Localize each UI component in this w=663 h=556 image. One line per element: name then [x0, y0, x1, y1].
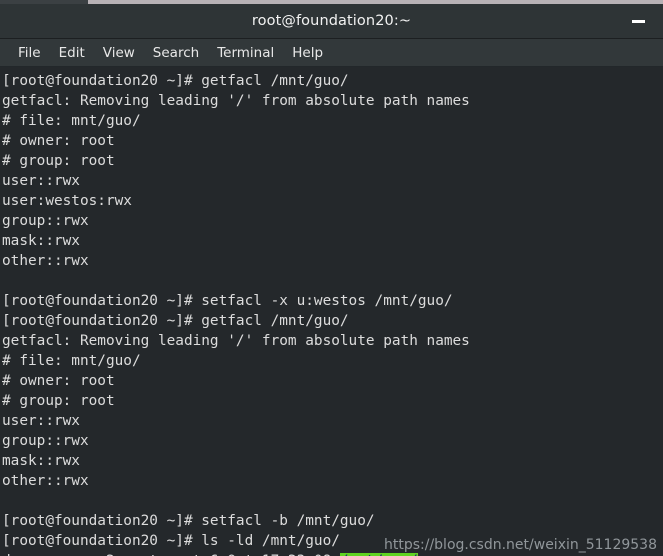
terminal-line: getfacl: Removing leading '/' from absol… [2, 331, 663, 351]
minimize-button[interactable] [625, 10, 651, 32]
window-title: root@foundation20:~ [251, 13, 412, 29]
terminal-line-text: getfacl: Removing leading '/' from absol… [2, 333, 470, 349]
terminal-line: user:westos:rwx [2, 191, 663, 211]
terminal-line: user::rwx [2, 171, 663, 191]
menu-bar: File Edit View Search Terminal Help [0, 39, 663, 67]
terminal-line-text: [root@foundation20 ~]# setfacl -x u:west… [2, 293, 453, 309]
terminal-output-area[interactable]: [root@foundation20 ~]# getfacl /mnt/guo/… [0, 68, 663, 556]
menu-item-file[interactable]: File [9, 43, 50, 63]
terminal-line: mask::rwx [2, 231, 663, 251]
terminal-line-text: [root@foundation20 ~]# ls -ld /mnt/guo/ [2, 533, 340, 549]
terminal-line-text: [root@foundation20 ~]# getfacl /mnt/guo/ [2, 313, 349, 329]
terminal-line-text: getfacl: Removing leading '/' from absol… [2, 93, 470, 109]
terminal-line: # group: root [2, 391, 663, 411]
terminal-line-text: # file: mnt/guo/ [2, 113, 141, 129]
menu-item-view[interactable]: View [94, 43, 144, 63]
terminal-line-text: other::rwx [2, 473, 89, 489]
terminal-line: [root@foundation20 ~]# setfacl -x u:west… [2, 291, 663, 311]
menu-item-help[interactable]: Help [283, 43, 332, 63]
terminal-line: [root@foundation20 ~]# getfacl /mnt/guo/ [2, 71, 663, 91]
terminal-line: # file: mnt/guo/ [2, 351, 663, 371]
terminal-line: [root@foundation20 ~]# getfacl /mnt/guo/ [2, 311, 663, 331]
terminal-line: mask::rwx [2, 451, 663, 471]
terminal-line: group::rwx [2, 431, 663, 451]
terminal-line-text: [root@foundation20 ~]# getfacl /mnt/guo/ [2, 73, 349, 89]
terminal-window: root@foundation20:~ File Edit View Search Te… [0, 0, 663, 556]
terminal-line-text: mask::rwx [2, 233, 80, 249]
terminal-line-text: user::rwx [2, 173, 80, 189]
window-titlebar[interactable]: root@foundation20:~ [0, 4, 663, 39]
terminal-line: other::rwx [2, 251, 663, 271]
terminal-line: # group: root [2, 151, 663, 171]
terminal-line-text: mask::rwx [2, 453, 80, 469]
terminal-line: # owner: root [2, 371, 663, 391]
terminal-line-text: user::rwx [2, 413, 80, 429]
minimize-icon [631, 19, 645, 23]
terminal-line: user::rwx [2, 411, 663, 431]
terminal-line: group::rwx [2, 211, 663, 231]
terminal-line-text: # group: root [2, 153, 115, 169]
terminal-line-text: group::rwx [2, 213, 89, 229]
terminal-line-text: # owner: root [2, 373, 115, 389]
terminal-line: # file: mnt/guo/ [2, 111, 663, 131]
terminal-line-text: other::rwx [2, 253, 89, 269]
terminal-line: [root@foundation20 ~]# setfacl -b /mnt/g… [2, 511, 663, 531]
terminal-line-text: # owner: root [2, 133, 115, 149]
terminal-line-text: # file: mnt/guo/ [2, 353, 141, 369]
terminal-line: other::rwx [2, 471, 663, 491]
terminal-line-text: user:westos:rwx [2, 193, 132, 209]
terminal-line-text: group::rwx [2, 433, 89, 449]
menu-item-terminal[interactable]: Terminal [208, 43, 283, 63]
watermark-text: https://blog.csdn.net/weixin_51129538 [383, 537, 657, 553]
terminal-line: # owner: root [2, 131, 663, 151]
menu-item-edit[interactable]: Edit [50, 43, 94, 63]
menu-item-search[interactable]: Search [144, 43, 208, 63]
terminal-line: getfacl: Removing leading '/' from absol… [2, 91, 663, 111]
terminal-line-text: [root@foundation20 ~]# setfacl -b /mnt/g… [2, 513, 375, 529]
terminal-line-text: # group: root [2, 393, 115, 409]
